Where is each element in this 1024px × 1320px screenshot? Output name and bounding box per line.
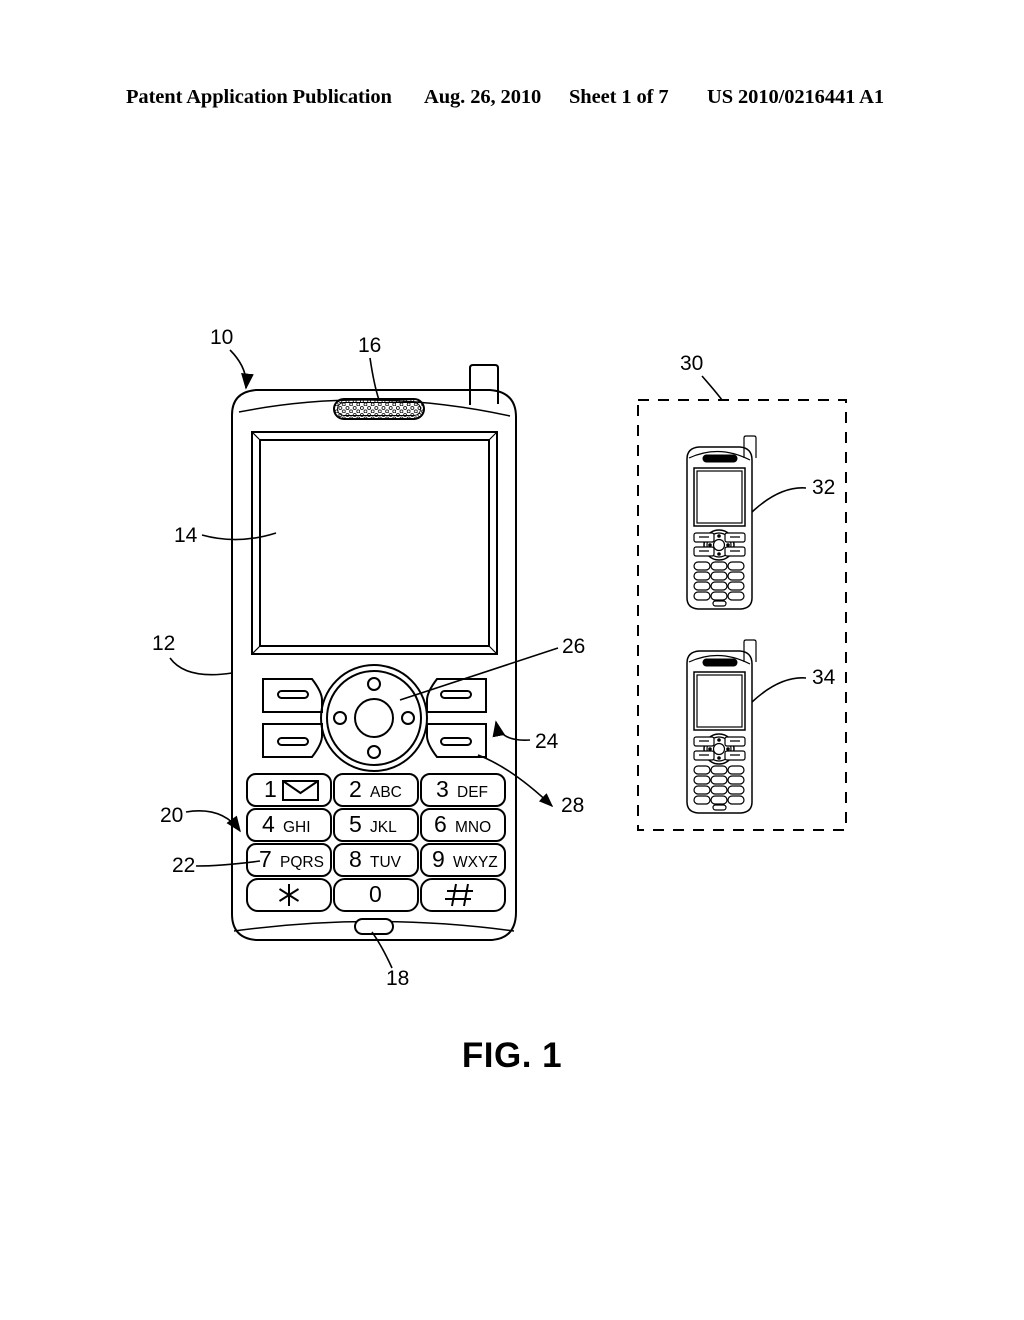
ref-label-soft-key: 24 [535,730,559,753]
microphone-slot [354,918,394,935]
soft-key-dash-icon [440,690,472,699]
navigation-select-button[interactable] [354,698,394,738]
patent-figure-drawing: 1 2 ABC 3 DEF 4 GHI 5 JKL 6 MNO 7 PQRS 8… [152,326,847,990]
keypad-key[interactable]: 2 ABC [333,773,419,807]
keypad[interactable] [693,765,745,805]
keypad-key[interactable]: 7 PQRS [246,843,332,877]
key-number: 9 [432,846,445,872]
ref-label-function-key: 28 [561,794,584,817]
ref-label-group: 30 [680,352,703,375]
key-letters: TUV [370,854,402,871]
antenna-stub [469,364,499,405]
speaker-slot [702,658,738,667]
key-number: 0 [369,881,382,907]
figure-caption: FIG. 1 [461,1036,563,1075]
key-number: 4 [262,811,275,837]
key-letters: DEF [457,784,488,801]
keypad-key[interactable]: 1 [246,773,332,807]
soft-key-dash-icon [277,690,309,699]
key-number: 8 [349,846,362,872]
microphone-slot [712,804,727,811]
key-number: 5 [349,811,362,837]
ref-label-housing: 12 [152,632,175,655]
device-variant-a: 32 [686,435,835,610]
key-letters: JKL [370,819,397,836]
key-number: 6 [434,811,447,837]
key-letters: ABC [370,784,402,801]
soft-key-dash-icon [440,737,472,746]
ref-label-microphone: 18 [386,967,409,990]
ref-label-device: 10 [210,326,233,349]
keypad-key[interactable]: 5 JKL [333,808,419,842]
keypad-key[interactable]: 0 [333,878,419,912]
ref-label-device-variant-b: 34 [812,666,836,689]
speaker-grille [333,398,425,420]
device-variant-b: 34 [686,639,836,814]
key-number: 1 [264,776,277,802]
key-number: 7 [259,846,272,872]
keypad-key-hash[interactable] [420,878,506,912]
soft-key-dash-icon [277,737,309,746]
key-letters: MNO [455,819,491,836]
key-letters: GHI [283,819,311,836]
key-letters: WXYZ [453,854,498,871]
key-number: 3 [436,776,449,802]
key-number: 2 [349,776,362,802]
soft-key-left-lower[interactable] [262,723,323,758]
keypad-key[interactable]: 8 TUV [333,843,419,877]
envelope-icon [282,780,319,801]
display-screen [251,431,498,655]
navigation-right-icon[interactable] [401,711,415,725]
navigation-left-icon[interactable] [333,711,347,725]
keypad[interactable] [693,561,745,601]
ref-label-display: 14 [174,524,198,547]
keypad[interactable]: 1 2 ABC 3 DEF 4 GHI 5 JKL 6 MNO 7 PQRS 8… [246,773,506,912]
speaker-slot [702,454,738,463]
navigation-up-icon[interactable] [367,677,381,691]
ref-label-navigation: 26 [562,635,585,658]
keypad-key-asterisk[interactable] [246,878,332,912]
soft-key-right-lower[interactable] [426,723,487,758]
microphone-slot [712,600,727,607]
keypad-key[interactable]: 4 GHI [246,808,332,842]
keypad-key[interactable]: 9 WXYZ [420,843,506,877]
soft-key-left-upper[interactable] [262,678,323,713]
main-device: 1 2 ABC 3 DEF 4 GHI 5 JKL 6 MNO 7 PQRS 8… [231,364,517,941]
navigation-wheel[interactable] [320,664,428,772]
keypad-key[interactable]: 6 MNO [420,808,506,842]
key-letters: PQRS [280,854,324,871]
navigation-down-icon[interactable] [367,745,381,759]
ref-label-speaker: 16 [358,334,381,357]
keypad-key[interactable]: 3 DEF [420,773,506,807]
ref-label-device-variant-a: 32 [812,476,835,499]
ref-label-keypad: 20 [160,804,183,827]
antenna-stub [743,639,757,662]
antenna-stub [743,435,757,458]
soft-key-right-upper[interactable] [426,678,487,713]
ref-label-key: 22 [172,854,195,877]
